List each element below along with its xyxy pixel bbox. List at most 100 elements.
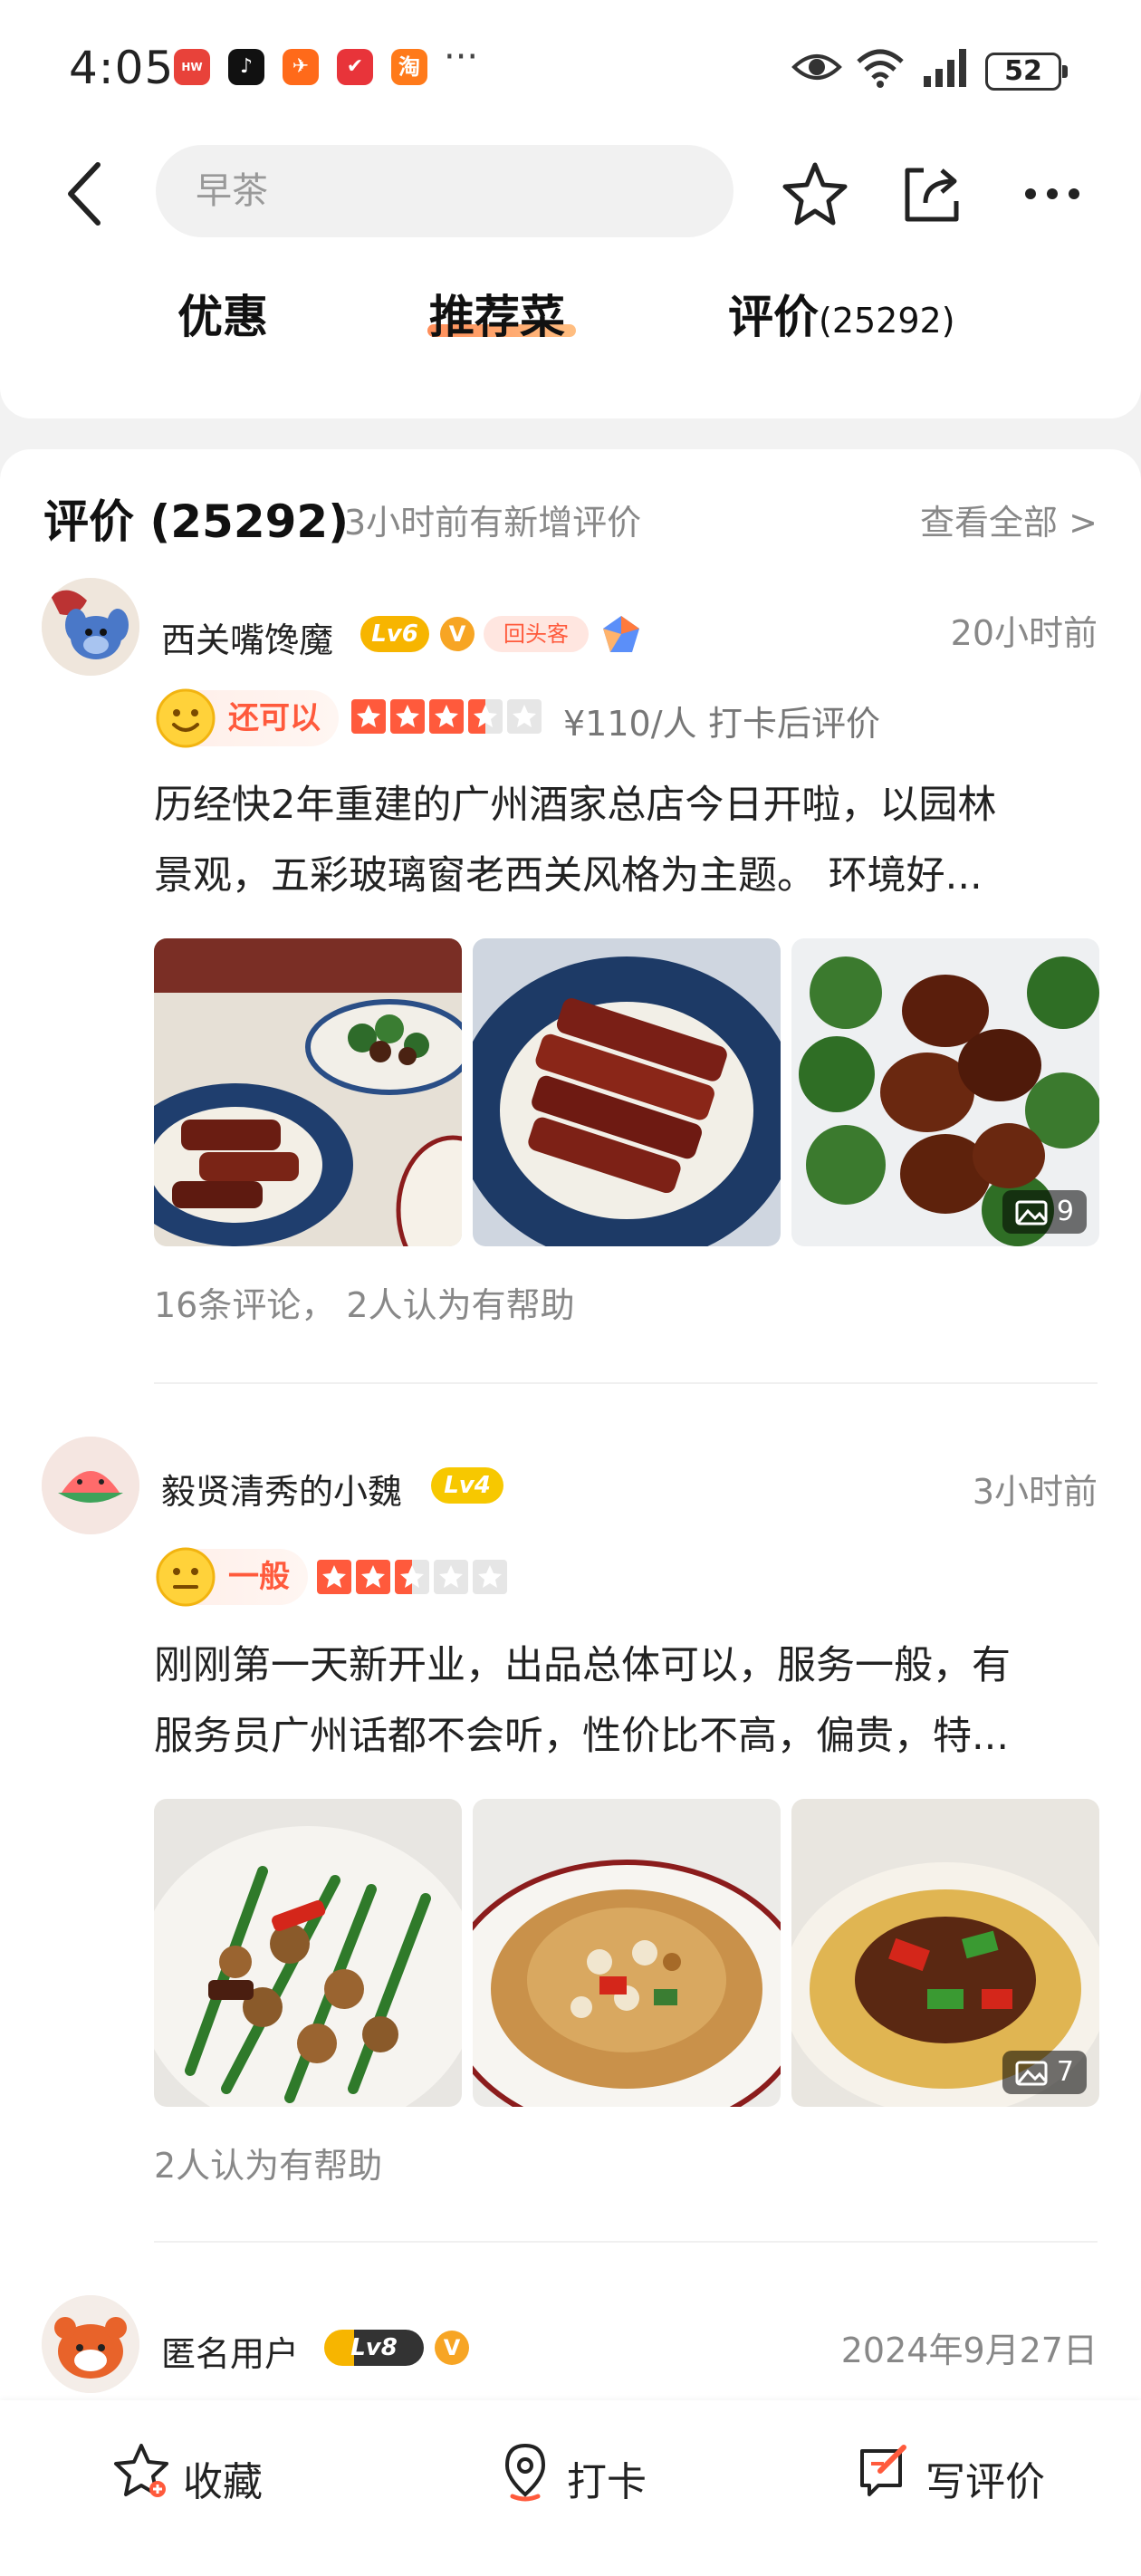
tab-discount[interactable]: 优惠 (177, 281, 268, 346)
review-photo[interactable] (473, 938, 781, 1246)
view-all-link[interactable]: 查看全部 > (920, 495, 1098, 544)
eye-icon (791, 54, 842, 80)
reviews-title: 评价 (25292) (43, 495, 350, 548)
star-empty-icon (507, 699, 542, 734)
review-text-line: 服务员广州话都不会听，性价比不高，偏贵，特... (154, 1714, 1010, 1759)
food-photo-roast-pork (154, 938, 462, 1246)
favorite-label: 收藏 (183, 2459, 263, 2505)
avatar[interactable] (42, 578, 139, 676)
feishu-icon: ✈ (283, 49, 319, 85)
xiaohongshu-icon: ✔ (337, 49, 373, 85)
gem-badge-icon (603, 616, 639, 652)
nav-bar: 早茶 (0, 145, 1141, 239)
review-photo[interactable] (154, 1799, 462, 2107)
star-full-icon (356, 1560, 390, 1594)
review-text-line: 景观，五彩玻璃窗老西关风格为主题。 环境好... (154, 853, 983, 899)
tab-reviews-label: 评价 (728, 291, 819, 343)
location-pin-icon (504, 2443, 546, 2502)
checkin-label: 打卡 (567, 2459, 647, 2505)
avatar-red-panda-icon (42, 2295, 139, 2393)
review-time: 3小时前 (972, 1472, 1098, 1512)
favorite-star-icon[interactable] (781, 159, 849, 228)
review-photo[interactable] (154, 938, 462, 1246)
mood-label: 一般 (228, 1559, 290, 1595)
bottom-action-bar: 收藏 打卡 写评价 (0, 2400, 1141, 2576)
verified-badge: V (435, 2331, 469, 2365)
tab-recommended-dishes[interactable]: 推荐菜 (429, 281, 565, 346)
review-photo[interactable] (473, 1799, 781, 2107)
wifi-icon (857, 49, 904, 88)
star-half-icon (468, 699, 503, 734)
status-time: 4:05 (69, 42, 175, 94)
avatar-watermelon-icon (42, 1437, 139, 1534)
review-divider (154, 1382, 1098, 1384)
mood-label: 还可以 (228, 700, 321, 736)
write-review-label: 写评价 (925, 2459, 1045, 2505)
avatar-stitch-icon (42, 578, 139, 676)
review-text-line: 刚刚第一天新开业，出品总体可以，服务一般，有 (154, 1643, 1011, 1688)
star-empty-icon (473, 1560, 507, 1594)
image-icon (1015, 2061, 1048, 2085)
review-text[interactable]: 历经快2年重建的广州酒家总店今日开啦，以园林 景观，五彩玻璃窗老西关风格为主题。… (154, 770, 1100, 911)
reviews-subtitle: 3小时前有新增评价 (344, 503, 642, 543)
star-full-icon (317, 1560, 351, 1594)
photo-count-badge: 7 (1002, 2051, 1087, 2094)
review-time: 20小时前 (950, 613, 1098, 653)
checkin-button[interactable]: 打卡 (494, 2440, 657, 2509)
status-more-icon: ··· (444, 36, 479, 78)
review-username[interactable]: 西关嘴馋魔 (161, 612, 333, 662)
taobao-icon: 淘 (391, 49, 427, 85)
level-badge: Lv4 (431, 1467, 503, 1504)
photo-count: 7 (1056, 2056, 1074, 2088)
mood-pill: 一般 (156, 1547, 308, 1607)
search-input[interactable]: 早茶 (156, 145, 734, 237)
image-icon (1015, 1200, 1048, 1225)
star-rating (351, 699, 551, 735)
signal-icon (924, 49, 966, 87)
star-empty-icon (434, 1560, 468, 1594)
review-time: 2024年9月27日 (840, 2331, 1098, 2370)
review-photo[interactable]: 9 (791, 938, 1099, 1246)
review-text[interactable]: 刚刚第一天新开业，出品总体可以，服务一般，有 服务员广州话都不会听，性价比不高，… (154, 1630, 1100, 1772)
star-full-icon (351, 699, 386, 734)
review-username[interactable]: 匿名用户 (161, 2326, 299, 2376)
smile-face-icon (156, 688, 216, 748)
review-footer-meta[interactable]: 2人认为有帮助 (154, 2138, 382, 2187)
review-username[interactable]: 毅贤清秀的小魏 (161, 1464, 402, 1514)
tab-reviews[interactable]: 评价(25292) (728, 281, 955, 346)
battery-indicator: 52 (985, 53, 1068, 91)
price-per-person: ¥110/人 (563, 704, 697, 744)
neutral-face-icon (156, 1547, 216, 1607)
edit-review-icon (860, 2445, 906, 2496)
review-text-line: 历经快2年重建的广州酒家总店今日开啦，以园林 (154, 783, 997, 828)
food-photo-crispy-noodles (473, 1799, 781, 2107)
level-badge: Lv8 (324, 2330, 424, 2366)
checkin-label: 打卡后评价 (708, 704, 881, 744)
tab-bar: 优惠 推荐菜 评价(25292) (0, 281, 1141, 353)
write-review-button[interactable]: 写评价 (853, 2440, 1070, 2509)
douyin-icon: ♪ (228, 49, 264, 85)
photo-count-badge: 9 (1002, 1190, 1087, 1234)
star-full-icon (390, 699, 425, 734)
avatar[interactable] (42, 2295, 139, 2393)
level-badge: Lv6 (360, 616, 429, 652)
mood-pill: 还可以 (156, 688, 339, 748)
more-menu-icon[interactable] (1018, 159, 1087, 228)
star-half-icon (395, 1560, 429, 1594)
share-icon[interactable] (898, 159, 967, 228)
returning-customer-tag: 回头客 (484, 616, 589, 652)
status-bar: 4:05 HW ♪ ✈ ✔ 淘 ··· 52 (0, 36, 1141, 109)
avatar[interactable] (42, 1437, 139, 1534)
review-footer-meta[interactable]: 16条评论， 2人认为有帮助 (154, 1277, 575, 1327)
huawei-store-icon: HW (174, 49, 210, 85)
star-rating (317, 1560, 516, 1596)
review-divider (154, 2241, 1098, 2243)
tab-reviews-count: (25292) (819, 301, 955, 341)
back-arrow-icon[interactable] (58, 159, 112, 228)
star-full-icon (429, 699, 464, 734)
favorite-button[interactable]: 收藏 (110, 2440, 292, 2509)
photo-count: 9 (1056, 1196, 1074, 1227)
food-photo-char-siu (473, 938, 781, 1246)
review-photo[interactable]: 7 (791, 1799, 1099, 2107)
verified-badge: V (440, 617, 475, 651)
